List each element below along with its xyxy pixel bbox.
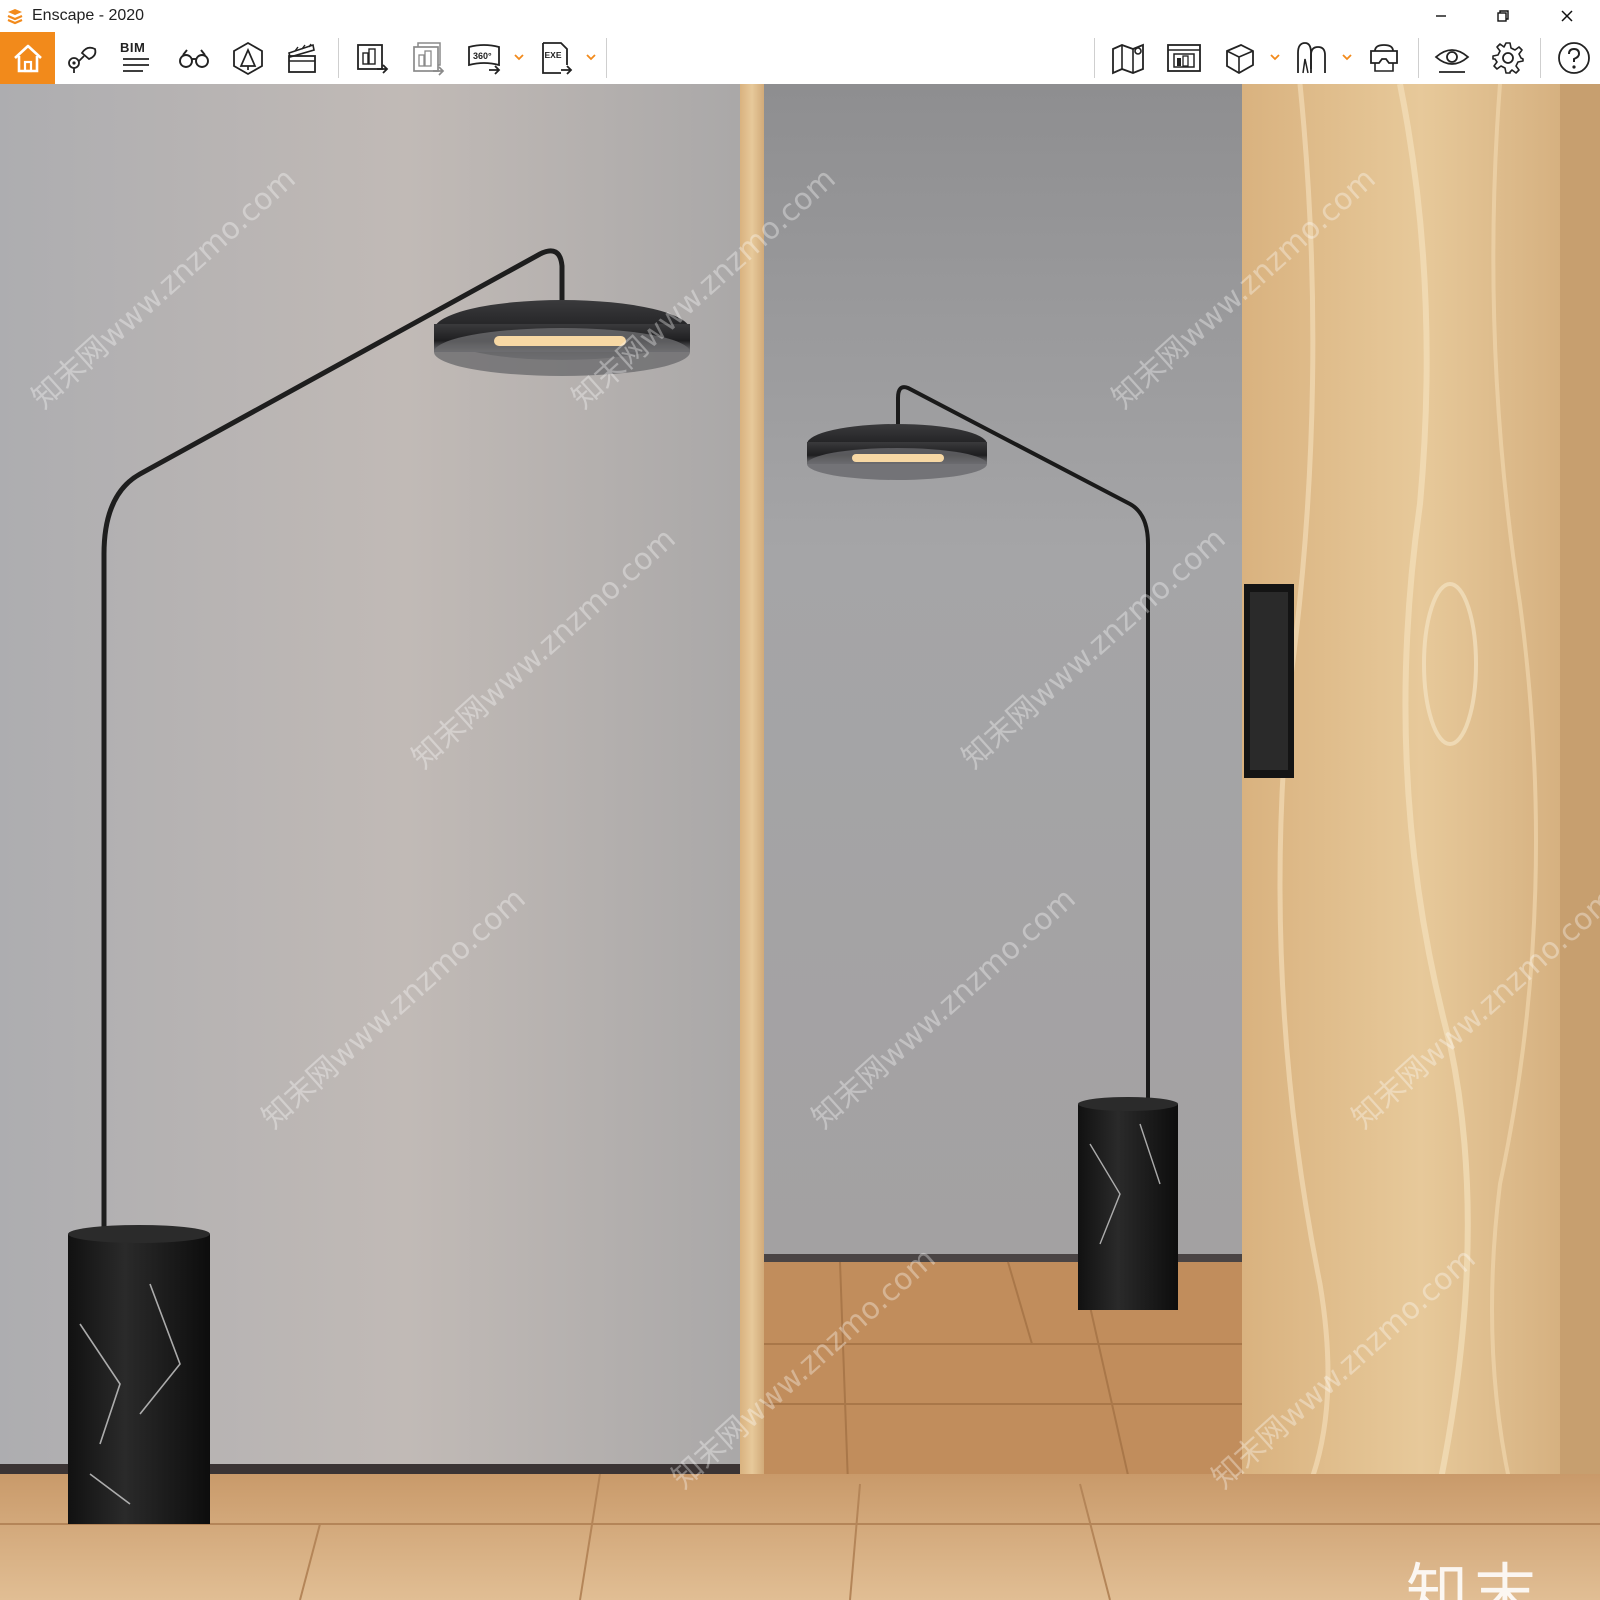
window-title: Enscape - 2020 (32, 7, 145, 24)
web-dropdown-chevron-icon[interactable] (1340, 50, 1354, 64)
video-editor-button[interactable] (278, 36, 326, 80)
general-settings-button[interactable] (1484, 36, 1532, 80)
home-icon (13, 44, 42, 73)
view-management-icon (68, 46, 97, 73)
panorama-360-button[interactable]: 360° (460, 36, 508, 80)
bim-label: BIM (120, 40, 146, 55)
panorama-dropdown-chevron-icon[interactable] (512, 50, 526, 64)
minimize-button[interactable] (1418, 0, 1464, 32)
asset-library-button[interactable] (224, 36, 272, 80)
screenshot-gallery-icon (1167, 44, 1201, 72)
render-viewport[interactable]: 知末网www.znzmo.com 知末网www.znzmo.com 知末网www… (0, 84, 1600, 1600)
exe-export-icon: EXE (542, 42, 573, 75)
home-button[interactable] (0, 32, 55, 84)
brand-logo-text: 知末 (1406, 1556, 1543, 1600)
view-management-button[interactable] (58, 36, 106, 80)
title-bar: Enscape - 2020 (0, 0, 1600, 32)
vr-headset-icon (1370, 44, 1398, 72)
general-settings-gear-icon (1492, 42, 1524, 74)
enscape-logo-icon (7, 9, 23, 25)
vr-headset-button[interactable] (1360, 36, 1408, 80)
toolbar-separator (1540, 38, 1541, 78)
render-screenshot-icon (357, 44, 389, 74)
exe-dropdown-chevron-icon[interactable] (584, 50, 598, 64)
screenshot-gallery-button[interactable] (1160, 36, 1208, 80)
web-standalone-icon (1297, 42, 1326, 74)
exe-export-button[interactable]: EXE (532, 36, 580, 80)
toolbar-separator (1094, 38, 1095, 78)
render-screenshot-button[interactable] (348, 36, 396, 80)
batch-render-button[interactable] (404, 36, 452, 80)
minimap-icon (1112, 43, 1144, 75)
binoculars-button[interactable] (170, 36, 218, 80)
binoculars-icon (179, 49, 209, 68)
panorama-360-label: 360° (473, 51, 492, 61)
toolbar-separator (1418, 38, 1419, 78)
panorama-360-icon: 360° (468, 44, 501, 75)
web-standalone-button[interactable] (1288, 36, 1336, 80)
exe-label: EXE (545, 50, 562, 60)
asset-library-icon (233, 41, 263, 76)
toolbar-separator (606, 38, 607, 78)
visual-settings-eye-icon (1434, 49, 1470, 73)
close-icon (1561, 10, 1573, 22)
cube-export-icon (1226, 44, 1254, 75)
toolbar-separator (338, 38, 339, 78)
video-editor-icon (288, 43, 316, 73)
cube-dropdown-chevron-icon[interactable] (1268, 50, 1282, 64)
main-toolbar: BIM 360° EXE (0, 32, 1600, 110)
minimize-icon (1436, 15, 1446, 17)
rendered-scene (0, 84, 1600, 1600)
restore-button[interactable] (1480, 0, 1526, 32)
help-button[interactable] (1550, 36, 1598, 80)
help-icon (1558, 42, 1590, 74)
minimap-button[interactable] (1104, 36, 1152, 80)
cube-export-button[interactable] (1216, 36, 1264, 80)
close-button[interactable] (1544, 0, 1590, 32)
batch-render-icon (413, 42, 445, 76)
visual-settings-button[interactable] (1428, 36, 1476, 80)
restore-icon (1497, 10, 1509, 22)
